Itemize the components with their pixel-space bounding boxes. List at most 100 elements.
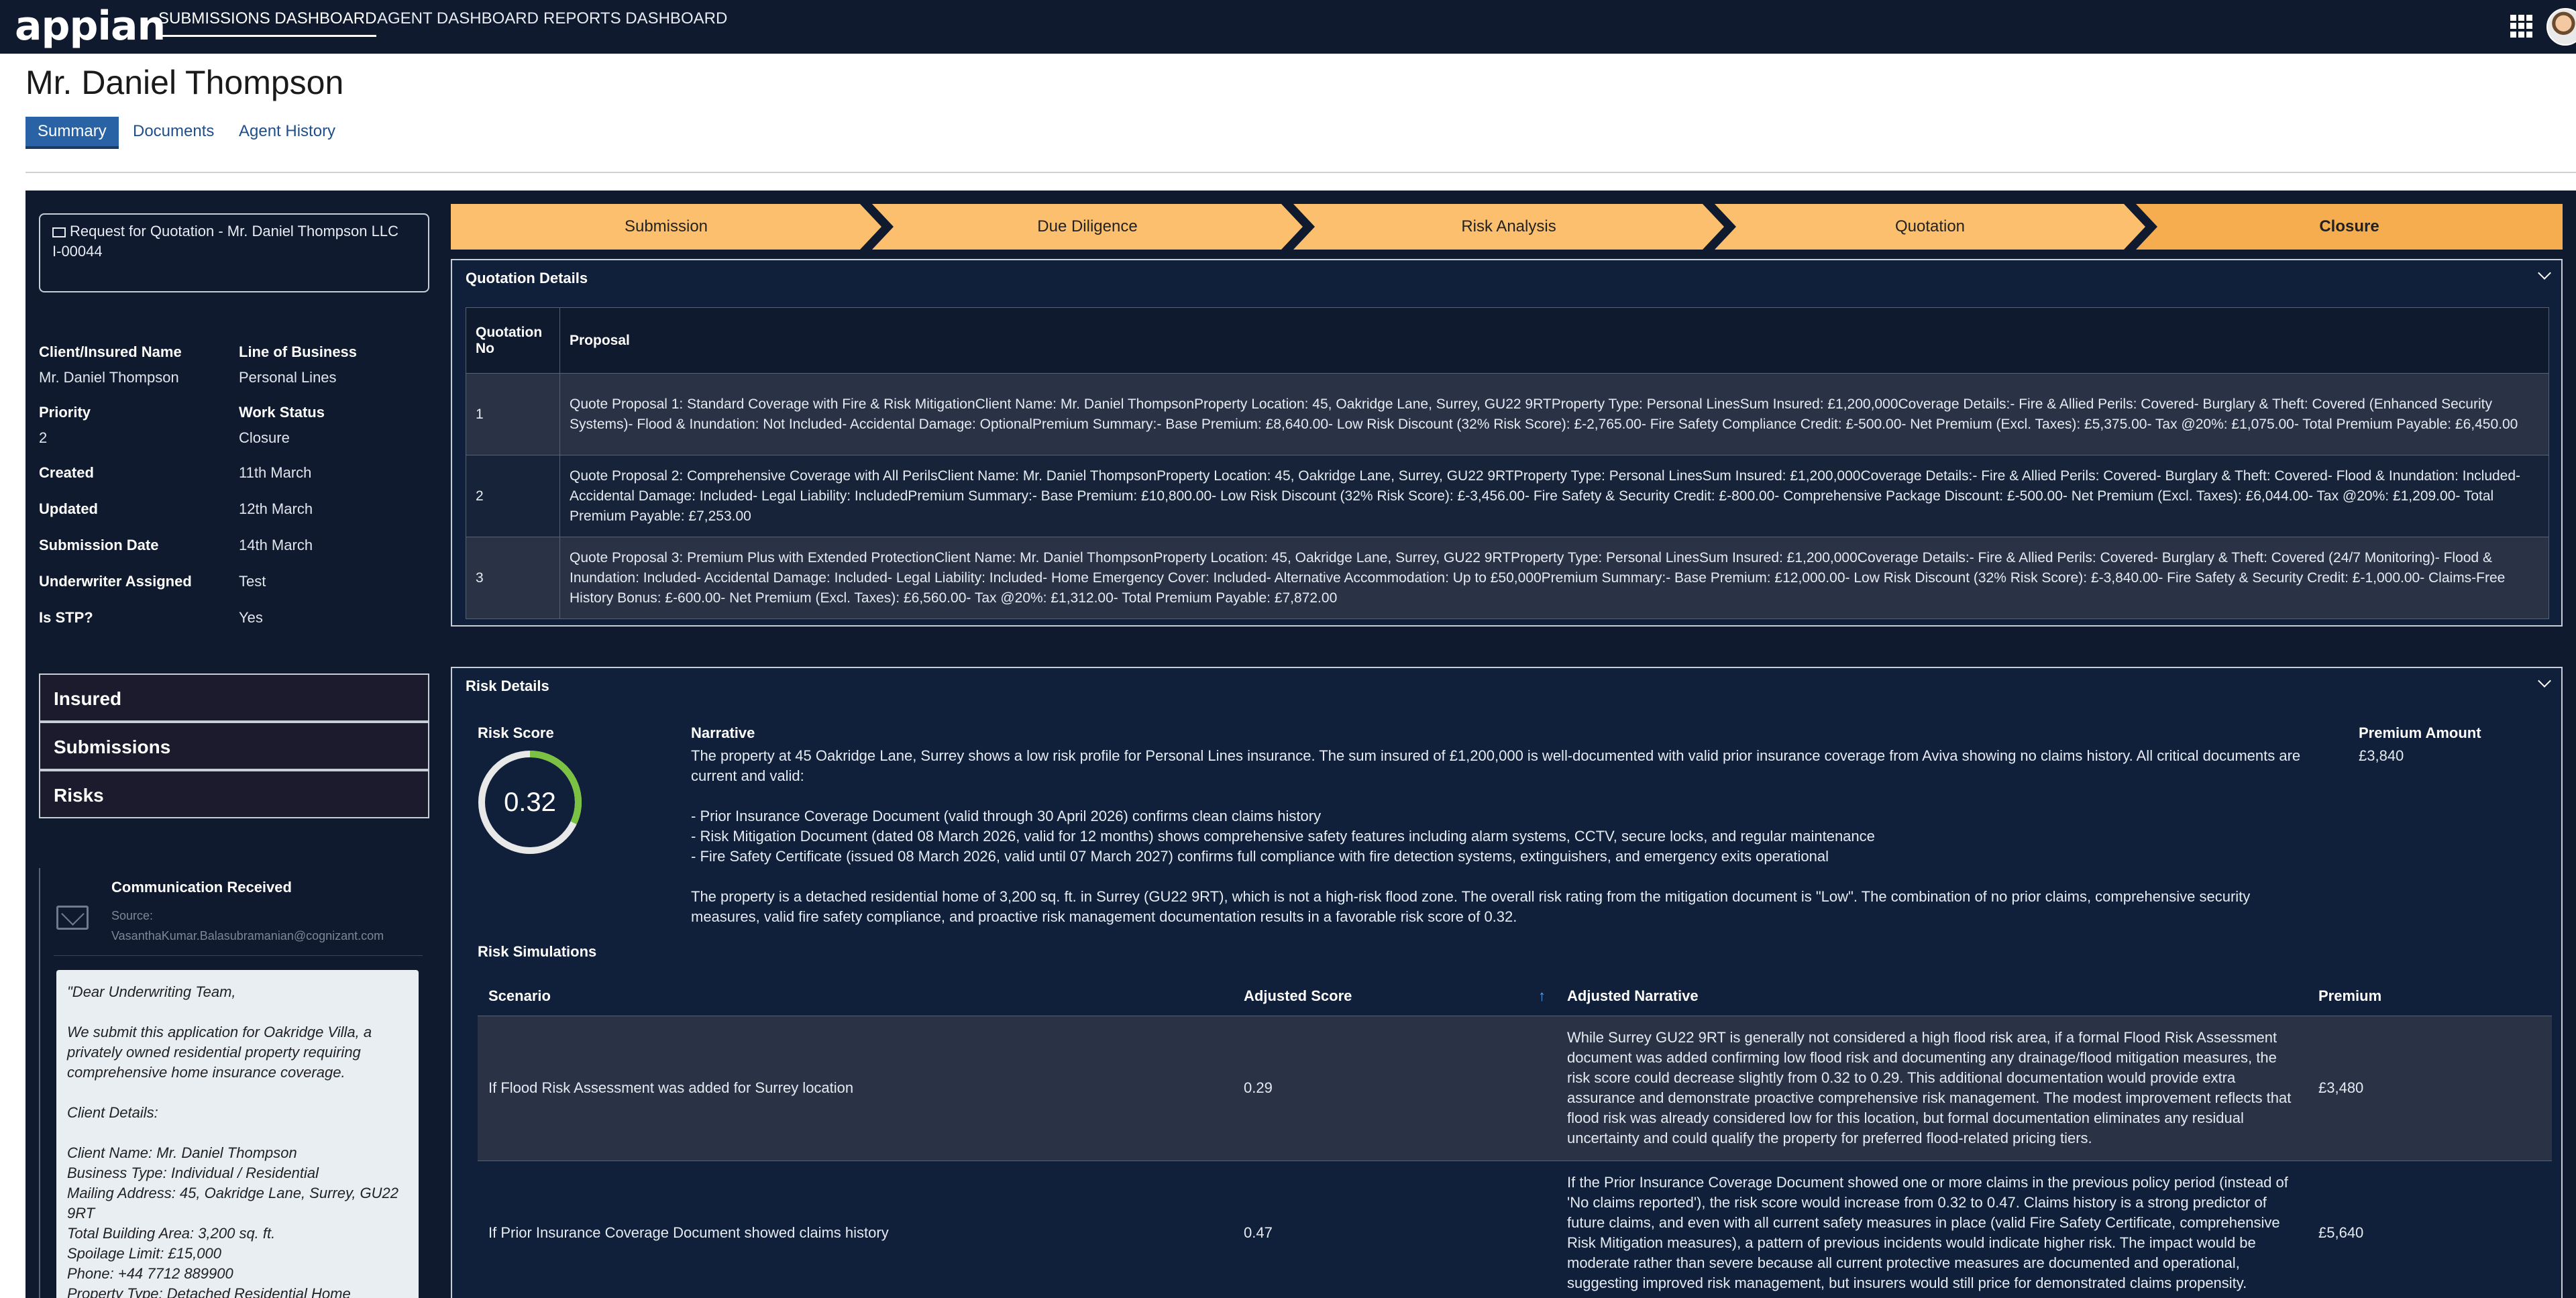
adjusted-score: 0.29 bbox=[1233, 1015, 1556, 1161]
table-row: If Flood Risk Assessment was added for S… bbox=[478, 1015, 2552, 1161]
email-details-heading: Client Details: bbox=[67, 1104, 158, 1121]
tab-agent-history[interactable]: Agent History bbox=[227, 117, 347, 146]
quotation-details-header[interactable]: Quotation Details bbox=[452, 260, 2561, 295]
email-mailing-address: Mailing Address: 45, Oakridge Lane, Surr… bbox=[67, 1185, 399, 1222]
section-insured[interactable]: Insured bbox=[39, 673, 429, 722]
communication-panel: Communication Received Source: VasanthaK… bbox=[39, 868, 429, 1298]
request-title: Request for Quotation - Mr. Daniel Thomp… bbox=[70, 223, 398, 239]
source-email[interactable]: VasanthaKumar.Balasubramanian@cognizant.… bbox=[111, 926, 427, 946]
narrative-bullet: - Risk Mitigation Document (dated 08 Mar… bbox=[691, 828, 1875, 845]
underwriter-label: Underwriter Assigned bbox=[39, 573, 192, 590]
user-avatar[interactable] bbox=[2546, 8, 2576, 46]
email-greeting: "Dear Underwriting Team, bbox=[67, 983, 236, 1000]
email-business-type: Business Type: Individual / Residential bbox=[67, 1165, 319, 1181]
created-label: Created bbox=[39, 464, 94, 481]
scenario-premium: £5,640 bbox=[2308, 1160, 2552, 1298]
header-divider bbox=[25, 172, 2576, 173]
submission-date-label: Submission Date bbox=[39, 537, 159, 553]
section-risks[interactable]: Risks bbox=[39, 770, 429, 818]
client-label: Client/Insured Name bbox=[39, 343, 182, 360]
priority-value: 2 bbox=[39, 429, 48, 446]
step-submission[interactable]: Submission bbox=[451, 204, 881, 250]
proposal-text: Quote Proposal 2: Comprehensive Coverage… bbox=[559, 455, 2549, 537]
table-row: 3 Quote Proposal 3: Premium Plus with Ex… bbox=[466, 537, 2549, 619]
col-adjusted-score[interactable]: Adjusted Score ↑ bbox=[1233, 977, 1556, 1016]
app-launcher-grid-icon[interactable] bbox=[2510, 15, 2533, 38]
step-closure[interactable]: Closure bbox=[2136, 204, 2563, 250]
adjusted-narrative: If the Prior Insurance Coverage Document… bbox=[1556, 1160, 2308, 1298]
narrative-paragraph: The property at 45 Oakridge Lane, Surrey… bbox=[691, 747, 2301, 784]
mail-icon bbox=[56, 906, 89, 930]
client-value: Mr. Daniel Thompson bbox=[39, 369, 179, 386]
risk-details-panel: Risk Details Risk Score 0.32 Narrative T… bbox=[451, 667, 2563, 1298]
col-adjusted-narrative[interactable]: Adjusted Narrative bbox=[1556, 977, 2308, 1016]
email-body: "Dear Underwriting Team, We submit this … bbox=[56, 970, 419, 1298]
top-nav: appian SUBMISSIONS DASHBOARD AGENT DASHB… bbox=[0, 0, 2576, 54]
proposal-text: Quote Proposal 1: Standard Coverage with… bbox=[559, 373, 2549, 455]
risk-score-value: 0.32 bbox=[504, 788, 556, 817]
nav-tab-reports-dashboard[interactable]: REPORTS DASHBOARD bbox=[543, 9, 727, 35]
narrative-bullet: - Fire Safety Certificate (issued 08 Mar… bbox=[691, 848, 1829, 865]
adjusted-score-header-label: Adjusted Score bbox=[1244, 987, 1352, 1004]
narrative-label: Narrative bbox=[691, 724, 755, 741]
table-row: 2 Quote Proposal 2: Comprehensive Covera… bbox=[466, 455, 2549, 537]
priority-label: Priority bbox=[39, 404, 91, 421]
communication-title: Communication Received bbox=[111, 879, 292, 896]
work-status-label: Work Status bbox=[239, 404, 325, 421]
premium-amount-label: Premium Amount bbox=[2359, 724, 2481, 741]
nav-tab-submissions-dashboard[interactable]: SUBMISSIONS DASHBOARD bbox=[158, 9, 377, 37]
risk-details-title: Risk Details bbox=[466, 678, 549, 694]
email-phone: Phone: +44 7712 889900 bbox=[67, 1265, 233, 1282]
proposal-text: Quote Proposal 3: Premium Plus with Exte… bbox=[559, 537, 2549, 619]
quotation-table: Quotation No Proposal 1 Quote Proposal 1… bbox=[466, 307, 2549, 619]
narrative-text: The property at 45 Oakridge Lane, Surrey… bbox=[691, 746, 2321, 927]
lob-label: Line of Business bbox=[239, 343, 358, 360]
tab-summary[interactable]: Summary bbox=[25, 117, 119, 149]
scenario-premium: £3,480 bbox=[2308, 1015, 2552, 1161]
step-due-diligence[interactable]: Due Diligence bbox=[872, 204, 1303, 250]
quotation-no: 3 bbox=[466, 537, 560, 619]
email-intro: We submit this application for Oakridge … bbox=[67, 1024, 372, 1081]
scenario-text: If Flood Risk Assessment was added for S… bbox=[478, 1015, 1233, 1161]
stp-value: Yes bbox=[239, 609, 263, 626]
nav-tab-agent-dashboard[interactable]: AGENT DASHBOARD bbox=[377, 9, 539, 35]
adjusted-score: 0.47 bbox=[1233, 1160, 1556, 1298]
table-row: 1 Quote Proposal 1: Standard Coverage wi… bbox=[466, 373, 2549, 455]
col-quotation-no: Quotation No bbox=[466, 307, 560, 374]
request-id: I-00044 bbox=[52, 243, 103, 260]
chevron-down-icon[interactable] bbox=[2538, 674, 2551, 688]
risk-simulations-label: Risk Simulations bbox=[478, 943, 597, 960]
col-premium[interactable]: Premium bbox=[2308, 977, 2552, 1016]
appian-logo[interactable]: appian bbox=[15, 3, 166, 50]
quotation-no: 2 bbox=[466, 455, 560, 537]
email-spoilage-limit: Spoilage Limit: £15,000 bbox=[67, 1245, 221, 1262]
email-property-type: Property Type: Detached Residential Home bbox=[67, 1285, 351, 1298]
email-building-area: Total Building Area: 3,200 sq. ft. bbox=[67, 1225, 276, 1242]
premium-amount-value: £3,840 bbox=[2359, 747, 2404, 764]
workflow-stepper: Submission Due Diligence Risk Analysis Q… bbox=[451, 204, 2563, 250]
summary-canvas: Request for Quotation - Mr. Daniel Thomp… bbox=[25, 191, 2576, 1298]
chevron-down-icon[interactable] bbox=[2538, 266, 2551, 280]
quotation-no: 1 bbox=[466, 373, 560, 455]
quotation-details-panel: Quotation Details Quotation No Proposal … bbox=[451, 259, 2563, 627]
request-card[interactable]: Request for Quotation - Mr. Daniel Thomp… bbox=[39, 213, 429, 292]
col-scenario[interactable]: Scenario bbox=[478, 977, 1233, 1016]
adjusted-narrative: While Surrey GU22 9RT is generally not c… bbox=[1556, 1015, 2308, 1161]
step-quotation[interactable]: Quotation bbox=[1715, 204, 2145, 250]
source-label: Source: bbox=[111, 909, 154, 922]
risk-details-header[interactable]: Risk Details bbox=[452, 668, 2561, 703]
communication-divider bbox=[54, 955, 423, 956]
table-row: If Prior Insurance Coverage Document sho… bbox=[478, 1160, 2552, 1298]
request-title-row: Request for Quotation - Mr. Daniel Thomp… bbox=[52, 221, 416, 241]
updated-label: Updated bbox=[39, 500, 98, 517]
section-submissions[interactable]: Submissions bbox=[39, 722, 429, 770]
email-client-name: Client Name: Mr. Daniel Thompson bbox=[67, 1144, 297, 1161]
envelope-icon bbox=[52, 227, 66, 237]
sort-ascending-icon[interactable]: ↑ bbox=[1538, 987, 1546, 1005]
narrative-paragraph: The property is a detached residential h… bbox=[691, 888, 2251, 925]
tab-documents[interactable]: Documents bbox=[121, 117, 226, 146]
risk-score-label: Risk Score bbox=[478, 724, 554, 741]
step-risk-analysis[interactable]: Risk Analysis bbox=[1293, 204, 1724, 250]
submission-date-value: 14th March bbox=[239, 537, 313, 553]
quotation-details-title: Quotation Details bbox=[466, 270, 588, 286]
